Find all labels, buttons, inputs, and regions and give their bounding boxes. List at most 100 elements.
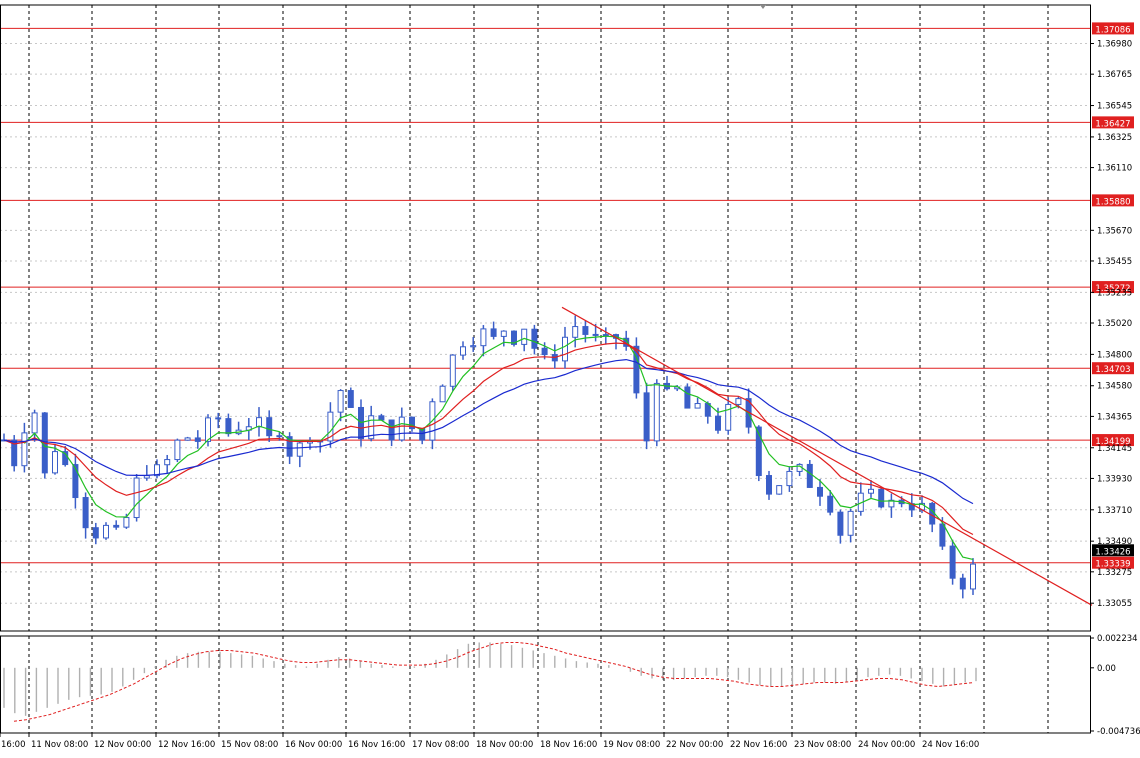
candle-body	[786, 470, 793, 487]
x-tick-label: 12 Nov 16:00	[158, 740, 215, 750]
oscillator	[3, 642, 977, 722]
candle-body	[460, 346, 466, 356]
candle-body	[82, 497, 89, 529]
candle-body	[449, 354, 456, 387]
trendline[interactable]	[561, 306, 1093, 606]
candle-body	[959, 577, 966, 590]
candle-body	[347, 390, 354, 408]
candle-body	[123, 517, 130, 528]
y-tick-label: 1.35020	[1097, 319, 1132, 329]
candle-body	[562, 336, 568, 362]
x-tick-label: 11 Nov 08:00	[31, 740, 88, 750]
y-tick-label: 1.33710	[1097, 506, 1132, 516]
candle-body	[500, 330, 507, 337]
y-tick-label: 1.33055	[1097, 599, 1132, 609]
y-tick-label: 1.33275	[1097, 568, 1132, 578]
x-tick-label: 22 Nov 16:00	[730, 740, 787, 750]
y-tick-label: 1.34580	[1097, 382, 1132, 392]
y-tick-label: 1.34145	[1097, 444, 1132, 454]
candle-body	[215, 417, 222, 420]
price-axis[interactable]: 1.370861.364271.358801.352721.347031.341…	[1090, 22, 1140, 737]
chart-frame	[0, 4, 1091, 734]
candle-body	[103, 524, 109, 539]
candle-body	[715, 415, 721, 431]
x-tick-label: 22 Nov 00:00	[666, 740, 723, 750]
candle-body	[174, 439, 181, 461]
price-level-label: 1.35880	[1095, 197, 1130, 207]
chart-canvas[interactable]: 1.370861.364271.358801.352721.347031.341…	[0, 0, 1140, 754]
price-level-label: 1.34703	[1095, 365, 1130, 375]
candle-body	[92, 527, 99, 539]
y-tick-label: 1.36110	[1097, 164, 1132, 174]
candle-body	[470, 345, 477, 348]
chart-window[interactable]: 1.37086 1.36427 1.35880 1.35272 1.34703 1.341…	[0, 0, 1140, 754]
moving-averages	[3, 335, 974, 560]
candle-body	[541, 347, 548, 356]
osc-signal-line	[13, 642, 975, 722]
candle-body	[133, 477, 140, 519]
ma-slow-line	[3, 358, 974, 505]
candle-body	[582, 326, 589, 335]
x-tick-label: 18 Nov 16:00	[540, 740, 597, 750]
x-tick-label: 23 Nov 08:00	[794, 740, 851, 750]
candle-body	[837, 511, 844, 536]
y-tick-label: 1.35455	[1097, 257, 1132, 267]
candle-body	[194, 437, 201, 442]
candle-body	[776, 485, 783, 495]
candle-body	[531, 328, 538, 349]
time-axis[interactable]: 16:00 11 Nov 08:00 12 Nov 00:00 12 Nov 16:0…	[0, 733, 979, 750]
y-tick-label: 1.36980	[1097, 40, 1132, 50]
current-price-label: 1.33426	[1095, 547, 1130, 557]
candle-body	[827, 495, 834, 513]
y-tick-label: 1.35235	[1097, 288, 1132, 298]
candle-body	[164, 459, 171, 466]
candle-body	[735, 398, 742, 405]
candle-body	[766, 475, 772, 495]
candle-body	[847, 510, 854, 536]
y-tick-label: 1.34365	[1097, 412, 1132, 422]
x-tick-label: 16:00	[1, 740, 26, 750]
x-tick-label: 17 Nov 08:00	[412, 740, 469, 750]
y-tick-label: 1.33930	[1097, 474, 1132, 484]
candle-body	[694, 403, 701, 409]
candle-body	[684, 386, 691, 409]
candles	[1, 315, 976, 599]
candle-body	[439, 385, 446, 403]
shift-marker-icon[interactable]	[760, 5, 766, 9]
candle-body	[817, 486, 823, 497]
candle-body	[225, 418, 232, 435]
trendline-segment[interactable]	[561, 306, 1093, 606]
candle-body	[266, 417, 273, 437]
x-tick-label: 24 Nov 16:00	[922, 740, 979, 750]
y-tick-label: 1.36545	[1097, 102, 1132, 112]
x-tick-label: 19 Nov 08:00	[603, 740, 660, 750]
candle-body	[337, 390, 344, 413]
y-tick-label: 1.33490	[1097, 537, 1132, 547]
candle-body	[949, 545, 956, 579]
candle-body	[398, 416, 405, 441]
osc-y-tick-label: 0.002234	[1097, 634, 1138, 644]
candle-body	[388, 419, 395, 441]
candle-body	[970, 563, 976, 590]
candle-body	[31, 412, 38, 434]
candle-body	[725, 403, 732, 431]
candle-body	[878, 488, 885, 508]
x-tick-label: 15 Nov 08:00	[221, 740, 278, 750]
osc-panel-border	[0, 635, 1091, 734]
grid	[0, 5, 1090, 733]
candle-body	[276, 435, 283, 438]
candle-body	[643, 392, 650, 442]
y-tick-label: 1.36765	[1097, 70, 1132, 80]
price-level-label: 1.36427	[1095, 119, 1130, 129]
candle-body	[480, 328, 487, 347]
candle-body	[113, 524, 120, 528]
x-tick-label: 12 Nov 00:00	[94, 740, 151, 750]
y-tick-label: 1.36325	[1097, 133, 1132, 143]
candle-body	[572, 326, 579, 338]
candle-body	[939, 523, 946, 547]
candle-body	[521, 328, 528, 345]
x-tick-label: 18 Nov 00:00	[476, 740, 533, 750]
osc-y-tick-label: -0.004736	[1097, 727, 1140, 737]
candle-body	[52, 451, 58, 474]
candle-body	[602, 334, 609, 337]
